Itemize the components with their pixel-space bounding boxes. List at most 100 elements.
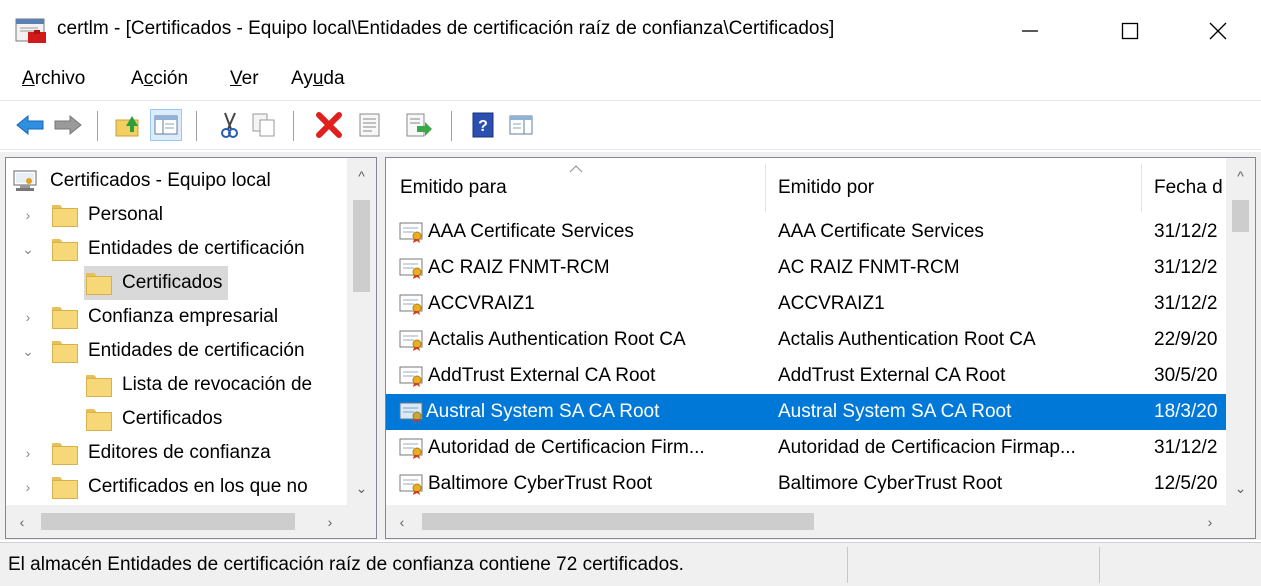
table-row[interactable]: ACCVRAIZ1 ACCVRAIZ1 31/12/2: [386, 286, 1226, 322]
maximize-icon: [1121, 22, 1139, 40]
certificate-manager-app-icon[interactable]: [14, 17, 48, 45]
tree-horizontal-scroll-thumb[interactable]: [41, 513, 295, 530]
tree-item-trusted-root-certificates[interactable]: Certificados: [84, 266, 229, 300]
window-title: certlm - [Certificados - Equipo local\En…: [57, 18, 835, 39]
expand-arrow-icon[interactable]: ›: [18, 300, 38, 334]
tree-item-label: Certificados - Equipo local: [50, 170, 271, 191]
issued-to-text: Autoridad de Certificacion Firm...: [428, 437, 705, 458]
table-row[interactable]: Baltimore CyberTrust Root Baltimore Cyber…: [386, 466, 1226, 502]
tree-item-root[interactable]: Certificados - Equipo local: [12, 164, 271, 198]
table-row[interactable]: Actalis Authentication Root CA Actalis Au…: [386, 322, 1226, 358]
column-header-expiration-date[interactable]: Fecha d: [1140, 164, 1226, 212]
certificate-icon: [399, 402, 423, 423]
back-button[interactable]: [14, 109, 46, 141]
close-icon: [1209, 22, 1227, 40]
delete-button[interactable]: [313, 109, 345, 141]
list-horizontal-scrollbar[interactable]: ‹ ›: [386, 505, 1255, 538]
column-header-issued-by[interactable]: Emitido por: [764, 164, 1142, 212]
certificate-store-icon: [13, 170, 37, 191]
table-row[interactable]: AAA Certificate Services AAA Certificate …: [386, 214, 1226, 250]
show-hide-action-pane-button[interactable]: [505, 109, 537, 141]
tree-item-untrusted-certificates[interactable]: Certificados en los que no: [52, 470, 308, 504]
tree-item-intermediate-ca[interactable]: Entidades de certificación: [52, 334, 305, 368]
collapse-arrow-icon[interactable]: ⌄: [18, 334, 38, 368]
minimize-icon: [1022, 30, 1038, 32]
properties-button[interactable]: [354, 109, 386, 141]
scroll-right-arrow-icon[interactable]: ›: [1198, 505, 1222, 538]
cell-expiration-date: 31/12/2: [1154, 257, 1218, 278]
list-vertical-scrollbar[interactable]: ^ ⌄: [1226, 158, 1255, 505]
table-row[interactable]: AddTrust External CA Root AddTrust Extern…: [386, 358, 1226, 394]
maximize-button[interactable]: [1090, 0, 1170, 62]
close-button[interactable]: [1178, 0, 1258, 62]
show-hide-tree-icon: [154, 115, 178, 135]
tree-item-label: Certificados: [122, 272, 223, 293]
cell-expiration-date: 12/5/20: [1154, 473, 1218, 494]
menu-accion[interactable]: Acción: [131, 68, 188, 90]
cell-issued-to: Baltimore CyberTrust Root: [398, 466, 764, 502]
expand-arrow-icon[interactable]: ›: [18, 470, 38, 504]
certificate-icon: [399, 438, 423, 459]
cell-expiration-date: 30/5/20: [1154, 365, 1218, 386]
forward-arrow-icon: [54, 114, 82, 136]
scroll-down-arrow-icon[interactable]: ⌄: [347, 476, 376, 500]
up-one-level-button[interactable]: [112, 109, 144, 141]
issued-to-text: AddTrust External CA Root: [428, 365, 656, 386]
issued-to-text: ACCVRAIZ1: [428, 293, 535, 314]
column-header-label: Emitido para: [400, 177, 507, 198]
help-button[interactable]: ?: [467, 109, 499, 141]
scroll-right-arrow-icon[interactable]: ›: [318, 505, 342, 538]
table-row[interactable]: AC RAIZ FNMT-RCM AC RAIZ FNMT-RCM 31/12/2: [386, 250, 1226, 286]
minimize-button[interactable]: [990, 0, 1070, 62]
table-row[interactable]: Autoridad de Certificacion Firm... Autori…: [386, 430, 1226, 466]
cell-expiration-date: 31/12/2: [1154, 437, 1218, 458]
status-bar: El almacén Entidades de certificación ra…: [0, 542, 1261, 586]
menu-ayuda[interactable]: Ayuda: [291, 68, 345, 90]
folder-icon: [52, 307, 78, 329]
cell-issued-by: AAA Certificate Services: [778, 221, 984, 242]
folder-icon: [86, 375, 112, 397]
tree-item-personal[interactable]: Personal: [52, 198, 163, 232]
export-list-button[interactable]: [403, 109, 435, 141]
scroll-up-arrow-icon[interactable]: ^: [1226, 164, 1255, 188]
folder-icon: [86, 273, 112, 295]
tree-vertical-scroll-thumb[interactable]: [353, 200, 370, 292]
tree-item-label: Confianza empresarial: [88, 306, 279, 327]
list-horizontal-scroll-thumb[interactable]: [422, 513, 814, 530]
issued-to-text: Austral System SA CA Root: [426, 401, 660, 422]
list-vertical-scroll-thumb[interactable]: [1232, 200, 1249, 232]
toolbar-separator: [293, 111, 294, 141]
menu-ver[interactable]: Ver: [230, 68, 259, 90]
menu-archivo[interactable]: Archivo: [22, 68, 85, 90]
certificate-list: Emitido para Emitido por Fecha d AAA Cer…: [385, 157, 1256, 539]
scroll-down-arrow-icon[interactable]: ⌄: [1226, 476, 1255, 500]
scroll-up-arrow-icon[interactable]: ^: [347, 164, 376, 188]
tree-item-enterprise-trust[interactable]: Confianza empresarial: [52, 300, 278, 334]
scroll-left-arrow-icon[interactable]: ‹: [10, 505, 34, 538]
forward-button[interactable]: [52, 109, 84, 141]
scroll-left-arrow-icon[interactable]: ‹: [390, 505, 414, 538]
cell-issued-by: ACCVRAIZ1: [778, 293, 885, 314]
table-row[interactable]: Austral System SA CA Root Austral System …: [386, 394, 1226, 430]
tree-vertical-scrollbar[interactable]: ^ ⌄: [347, 158, 376, 505]
tree-item-label: Personal: [88, 204, 163, 225]
tree-item-revocation-list[interactable]: Lista de revocación de: [86, 368, 312, 402]
expand-arrow-icon[interactable]: ›: [18, 436, 38, 470]
certificate-icon: [399, 330, 423, 351]
back-arrow-icon: [16, 114, 44, 136]
tree-horizontal-scrollbar[interactable]: ‹ ›: [6, 505, 376, 538]
tree-item-trusted-root-ca[interactable]: Entidades de certificación: [52, 232, 305, 266]
copy-button[interactable]: [248, 109, 280, 141]
show-hide-console-tree-button[interactable]: [150, 109, 182, 141]
tree-item-intermediate-certificates[interactable]: Certificados: [86, 402, 222, 436]
cell-issued-to: AC RAIZ FNMT-RCM: [398, 250, 764, 286]
column-header-label: Fecha d: [1154, 177, 1223, 198]
cut-button[interactable]: [213, 109, 245, 141]
cell-issued-to: AddTrust External CA Root: [398, 358, 764, 394]
expand-arrow-icon[interactable]: ›: [18, 198, 38, 232]
toolbar-separator: [196, 111, 197, 141]
collapse-arrow-icon[interactable]: ⌄: [18, 232, 38, 266]
tree-item-trusted-publishers[interactable]: Editores de confianza: [52, 436, 271, 470]
cell-expiration-date: 18/3/20: [1154, 401, 1218, 422]
cell-expiration-date: 22/9/20: [1154, 329, 1218, 350]
